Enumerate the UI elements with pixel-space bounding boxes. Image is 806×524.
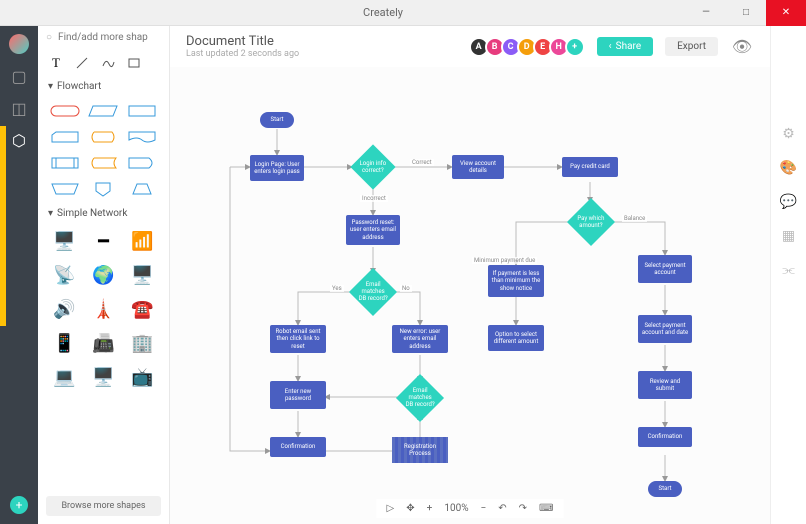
node-email-matches-1[interactable]: Email matches DB record?: [349, 268, 397, 316]
palette-icon[interactable]: 🎨: [780, 160, 797, 176]
shape-card[interactable]: [48, 126, 82, 148]
line-tool[interactable]: [74, 55, 90, 71]
net-speaker[interactable]: 🔊: [48, 295, 81, 323]
share-icon[interactable]: ⫘: [782, 262, 795, 278]
doc-title[interactable]: Document Title: [186, 34, 461, 49]
shape-merge[interactable]: [125, 178, 159, 200]
shape-offpage[interactable]: [86, 178, 120, 200]
node-confirmation-1[interactable]: Confirmation: [270, 437, 326, 457]
zoom-level[interactable]: 100%: [444, 503, 468, 514]
label-yes: Yes: [330, 285, 344, 292]
net-mobile[interactable]: 📱: [48, 329, 81, 357]
node-confirmation-2[interactable]: Confirmation: [638, 427, 692, 447]
node-pay-credit[interactable]: Pay credit card: [562, 157, 618, 177]
shape-stored[interactable]: [86, 152, 120, 174]
zoom-in-icon[interactable]: +: [427, 503, 433, 514]
preview-icon[interactable]: 👁: [730, 35, 754, 59]
app-title: Creately: [80, 6, 686, 19]
net-server[interactable]: 🖥️: [48, 227, 81, 255]
net-building[interactable]: 🏢: [126, 329, 159, 357]
node-start[interactable]: Start: [260, 112, 294, 128]
net-laptop[interactable]: 💻: [48, 363, 81, 391]
bottom-toolbar: ▷ ✥ + 100% − ↶ ↷ ⌨: [377, 499, 564, 518]
canvas[interactable]: Start Login Page: User enters login pass…: [170, 67, 770, 524]
net-cable[interactable]: ━: [87, 227, 120, 255]
net-globe[interactable]: 🌍: [87, 261, 120, 289]
node-if-payment[interactable]: If payment is less than minimum the show…: [488, 265, 544, 297]
shape-process[interactable]: [125, 100, 159, 122]
avatar-add[interactable]: +: [565, 37, 585, 57]
net-router[interactable]: 📶: [126, 227, 159, 255]
net-tower[interactable]: 🗼: [87, 295, 120, 323]
settings-icon[interactable]: ⚙: [782, 126, 795, 142]
shape-delay[interactable]: [125, 152, 159, 174]
shape-manual[interactable]: [48, 178, 82, 200]
shape-document[interactable]: [125, 126, 159, 148]
node-select-payment[interactable]: Select payment account: [638, 255, 692, 283]
nav-shapes-icon[interactable]: ⬡: [9, 130, 29, 150]
accent-strip: [0, 126, 6, 326]
nav-folder-icon[interactable]: ▢: [9, 66, 29, 86]
search-icon: ○: [46, 32, 52, 43]
cursor-tool-icon[interactable]: ▷: [387, 503, 395, 514]
nav-image-icon[interactable]: ◫: [9, 98, 29, 118]
category-network[interactable]: ▾ Simple Network: [38, 204, 169, 223]
node-new-error[interactable]: New error: user enters email address: [392, 325, 448, 353]
right-rail: ⚙ 🎨 💬 ▦ ⫘: [770, 26, 806, 524]
node-pay-which[interactable]: Pay which amount?: [567, 198, 615, 246]
export-button[interactable]: Export: [665, 37, 718, 56]
freehand-tool[interactable]: [100, 55, 116, 71]
share-button[interactable]: ‹ Share: [597, 37, 654, 56]
shape-terminator[interactable]: [48, 100, 82, 122]
node-start-2[interactable]: Start: [648, 481, 682, 497]
label-balance: Balance: [622, 215, 647, 222]
node-registration[interactable]: Registration Process: [392, 437, 448, 463]
node-login-page[interactable]: Login Page: User enters login pass: [250, 155, 304, 181]
doc-header: Document Title Last updated 2 seconds ag…: [170, 26, 770, 67]
redo-icon[interactable]: ↷: [519, 503, 527, 514]
zoom-out-icon[interactable]: −: [481, 503, 487, 514]
shape-display[interactable]: [86, 126, 120, 148]
close-button[interactable]: ✕: [766, 0, 806, 26]
node-login-correct[interactable]: Login info correct?: [350, 144, 395, 189]
node-robot-email[interactable]: Robot email sent then click link to rese…: [270, 325, 326, 353]
node-view-account[interactable]: View account details: [452, 155, 504, 179]
app-logo: [9, 34, 29, 54]
keyboard-icon[interactable]: ⌨: [539, 503, 553, 514]
node-option-select[interactable]: Option to select different amount: [488, 325, 544, 351]
net-desktop[interactable]: 🖥️: [126, 261, 159, 289]
doc-subtitle: Last updated 2 seconds ago: [186, 49, 461, 59]
net-fax[interactable]: 📠: [87, 329, 120, 357]
shapes-sidebar: ○ T ▾ Flowchart ▾ Simple Network 🖥️: [38, 26, 170, 524]
text-tool[interactable]: T: [48, 55, 64, 71]
collaborator-avatars: A B C D E H +: [473, 37, 585, 57]
shape-data[interactable]: [86, 100, 120, 122]
grid-icon[interactable]: ▦: [782, 228, 795, 244]
node-password-reset[interactable]: Password reset: user enters email addres…: [346, 215, 400, 245]
net-monitor[interactable]: 🖥️: [87, 363, 120, 391]
node-select-date[interactable]: Select payment account and date: [638, 315, 692, 343]
category-flowchart[interactable]: ▾ Flowchart: [38, 77, 169, 96]
net-satellite[interactable]: 📡: [48, 261, 81, 289]
label-min-due: Minimum payment due: [472, 257, 537, 264]
pan-tool-icon[interactable]: ✥: [406, 503, 414, 514]
browse-more-button[interactable]: Browse more shapes: [46, 496, 161, 516]
minimize-button[interactable]: —: [686, 0, 726, 26]
shape-predefined[interactable]: [48, 152, 82, 174]
node-review[interactable]: Review and submit: [638, 371, 692, 399]
net-screen[interactable]: 📺: [126, 363, 159, 391]
comment-icon[interactable]: 💬: [780, 194, 797, 210]
maximize-button[interactable]: □: [726, 0, 766, 26]
left-nav-rail: ▢ ◫ ⬡: [0, 26, 38, 524]
rect-tool[interactable]: [126, 55, 142, 71]
search-input[interactable]: [58, 32, 148, 43]
label-correct: Correct: [410, 159, 434, 166]
net-phone[interactable]: ☎️: [126, 295, 159, 323]
titlebar: Creately — □ ✕: [0, 0, 806, 26]
node-enter-new[interactable]: Enter new password: [270, 381, 326, 409]
label-incorrect: Incorrect: [360, 195, 388, 202]
label-no: No: [400, 285, 412, 292]
undo-icon[interactable]: ↶: [498, 503, 506, 514]
node-email-matches-2[interactable]: Email matches DB record?: [396, 374, 444, 422]
